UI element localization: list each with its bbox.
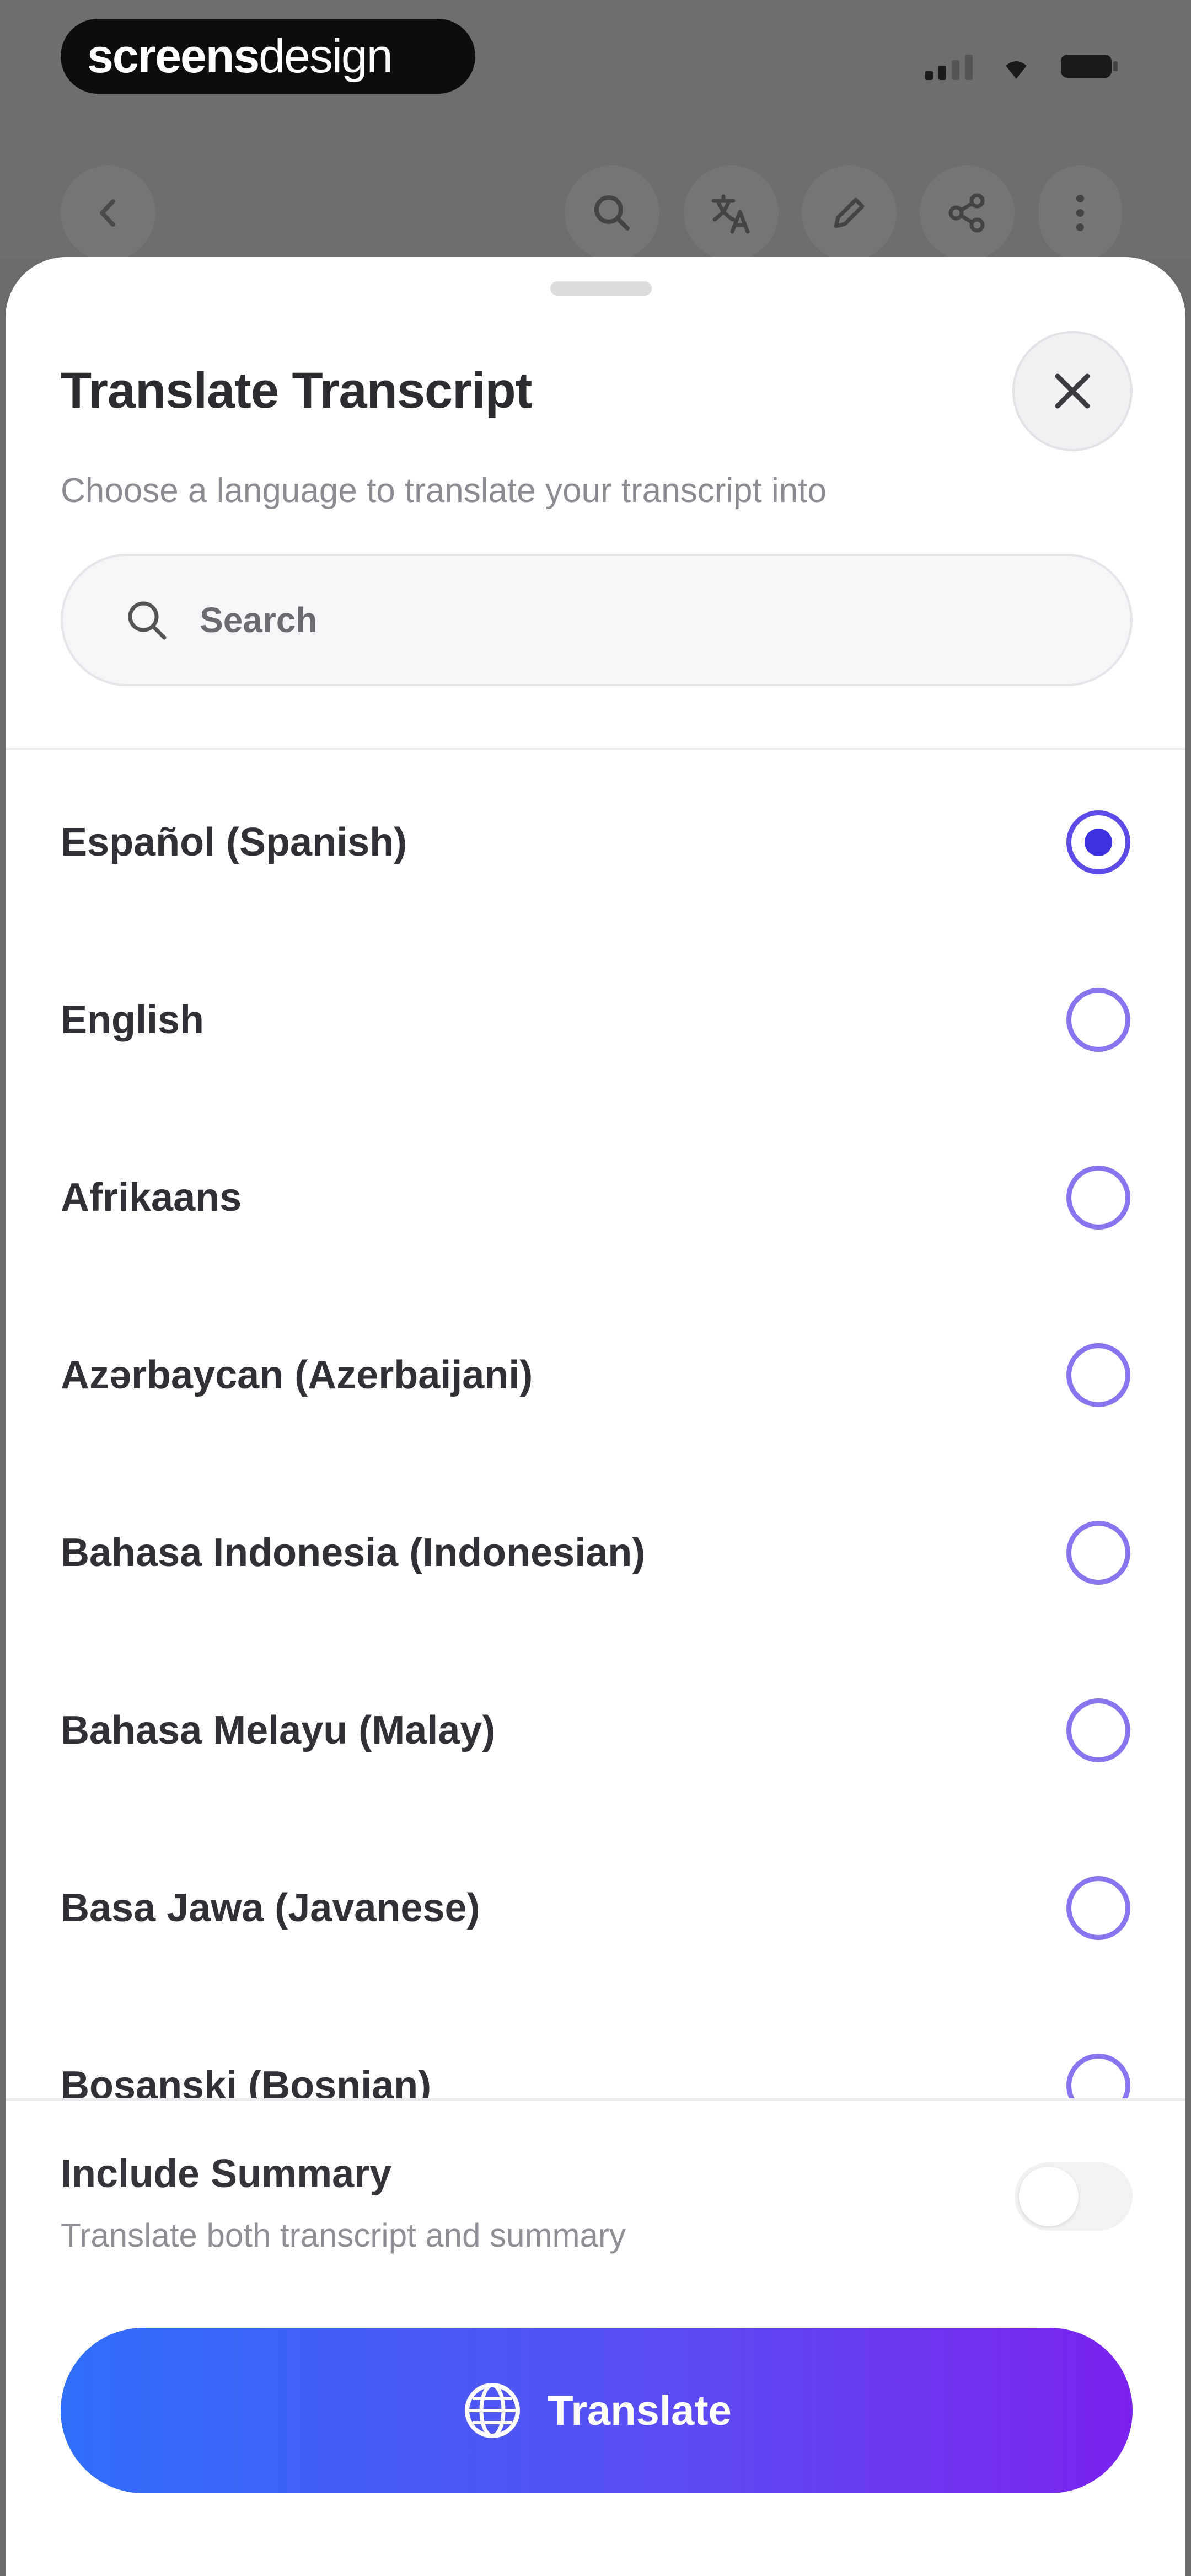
radio-button[interactable] (1066, 1343, 1130, 1407)
language-label: Afrikaans (61, 1175, 242, 1220)
globe-icon (465, 2383, 521, 2438)
language-option-azerbaijani[interactable]: Azərbaycan (Azerbaijani) (6, 1286, 1185, 1464)
language-label: Bahasa Melayu (Malay) (61, 1708, 496, 1752)
wifi-icon (1006, 61, 1027, 79)
language-option-indonesian[interactable]: Bahasa Indonesia (Indonesian) (6, 1464, 1185, 1642)
share-button (920, 165, 1015, 260)
edit-icon (834, 197, 865, 228)
search-icon (594, 195, 630, 231)
sheet-title: Translate Transcript (61, 362, 532, 419)
back-button (61, 165, 155, 260)
close-button[interactable] (1012, 331, 1133, 451)
radio-button[interactable] (1066, 1521, 1130, 1585)
share-icon (948, 193, 985, 233)
search-input[interactable] (200, 600, 1027, 640)
language-label: Bahasa Indonesia (Indonesian) (61, 1531, 646, 1575)
radio-button[interactable] (1066, 1698, 1130, 1762)
language-option-malay[interactable]: Bahasa Melayu (Malay) (6, 1642, 1185, 1819)
toggle-knob (1019, 2167, 1079, 2226)
language-option-afrikaans[interactable]: Afrikaans (6, 1109, 1185, 1286)
language-label: Azərbaycan (Azerbaijani) (61, 1353, 533, 1397)
include-summary-toggle[interactable] (1015, 2162, 1133, 2231)
background-toolbar (0, 165, 1191, 260)
search-button (565, 165, 659, 260)
sheet-footer: Include Summary Translate both transcrip… (6, 2098, 1185, 2576)
radio-button[interactable] (1066, 1166, 1130, 1230)
background-app: screens design (0, 0, 1191, 260)
translate-button-label: Translate (548, 2387, 732, 2434)
radio-button[interactable] (1066, 988, 1130, 1052)
search-icon (128, 601, 167, 640)
radio-selected-dot (1085, 829, 1112, 856)
language-option-spanish[interactable]: Español (Spanish) (6, 753, 1185, 931)
close-icon (1055, 373, 1090, 409)
language-label: Español (Spanish) (61, 820, 407, 864)
brand-logo-part1: screens (87, 29, 260, 83)
translate-button[interactable]: Translate (61, 2328, 1133, 2493)
radio-button[interactable] (1066, 1876, 1130, 1940)
include-summary-label: Include Summary (61, 2152, 392, 2196)
translate-icon (711, 194, 750, 234)
language-option-english[interactable]: English (6, 931, 1185, 1109)
battery-icon (1061, 55, 1118, 78)
edit-button (802, 165, 897, 260)
language-option-javanese[interactable]: Basa Jawa (Javanese) (6, 1819, 1185, 1997)
brand-logo: screens design (61, 19, 475, 94)
back-icon (100, 199, 115, 227)
status-bar (925, 52, 1119, 80)
sheet-grabber[interactable] (550, 281, 652, 296)
language-search[interactable] (61, 554, 1133, 686)
language-label: Basa Jawa (Javanese) (61, 1886, 480, 1930)
sheet-subtitle: Choose a language to translate your tran… (61, 472, 827, 510)
brand-logo-part2: design (259, 29, 393, 83)
more-icon (1076, 195, 1084, 231)
more-button (1039, 165, 1122, 260)
translate-sheet: Translate Transcript Choose a language t… (6, 257, 1185, 2576)
radio-button[interactable] (1066, 810, 1130, 874)
language-label: English (61, 998, 205, 1042)
list-divider (6, 748, 1185, 750)
include-summary-description: Translate both transcript and summary (61, 2217, 626, 2254)
cellular-signal-icon (925, 55, 973, 80)
translate-button (684, 165, 779, 260)
